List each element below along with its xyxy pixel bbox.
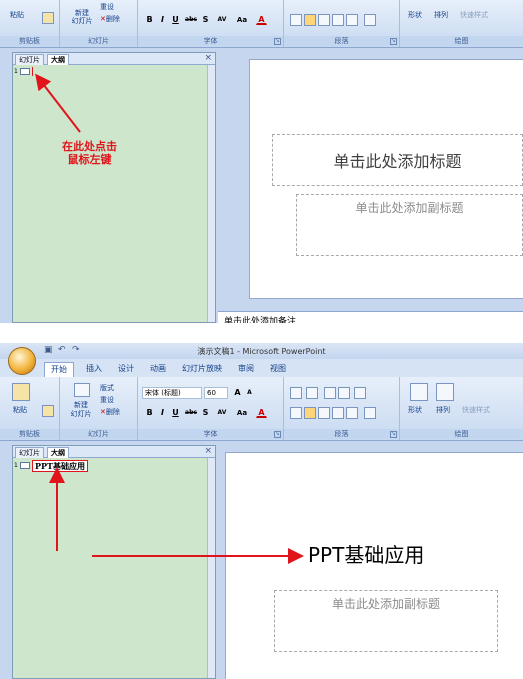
annotation-arrow-top <box>35 73 81 133</box>
office-button[interactable] <box>8 347 36 375</box>
screenshot-top: 粘贴 剪贴板 新建 幻灯片 重设 ✕删除 幻灯片 B I U abc S AV <box>0 0 523 323</box>
screenshot-bottom: ▣ ↶ ↷ 演示文稿1 - Microsoft PowerPoint 开始 插入… <box>0 343 523 679</box>
annotation-arrows-bottom <box>49 467 304 564</box>
